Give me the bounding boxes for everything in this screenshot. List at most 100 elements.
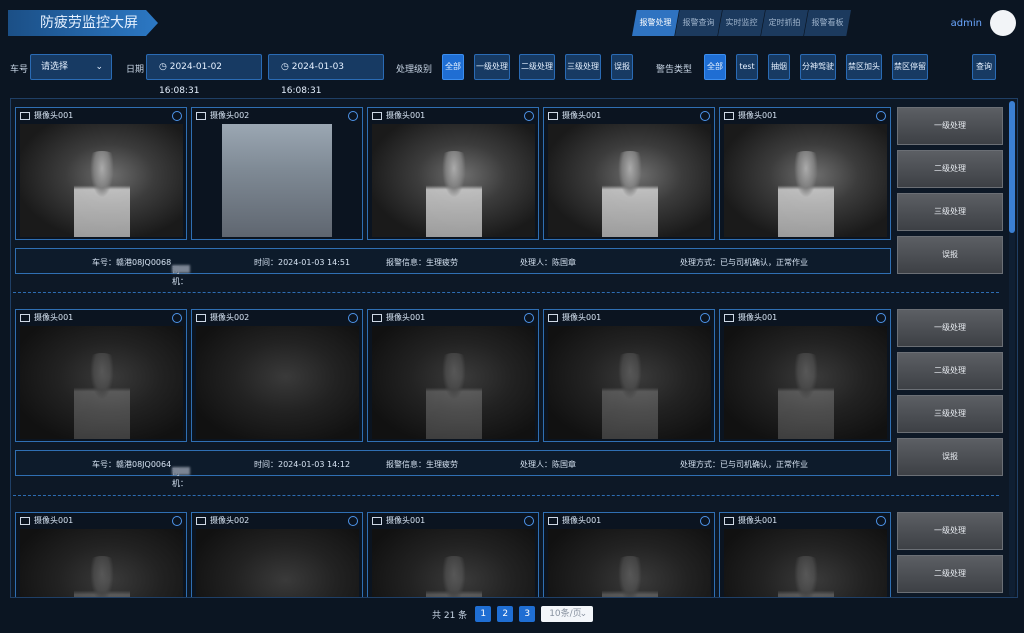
handling-method: 处理方式：已与司机确认，正常作业 [680,460,808,469]
level-2-action-button[interactable]: 二级处理 [897,150,1003,188]
camera-snapshot [222,124,332,237]
chevron-down-icon: ⌄ [95,62,103,72]
camera-label: 摄像头001 [562,111,602,120]
vehicle-select-value: 请选择 [41,62,69,72]
alarm-time: 时间：2024-01-03 14:51 [254,258,351,267]
camera-icon [20,516,30,525]
tab-alarm-query[interactable]: 报警查询 [675,10,722,36]
camera-panel[interactable]: 摄像头001 [15,512,187,597]
clock-icon: ◷ [159,62,170,72]
camera-panel[interactable]: 摄像头001 [719,309,891,442]
camera-panel[interactable]: 摄像头001 [543,512,715,597]
camera-icon [724,111,734,120]
camera-icon [20,111,30,120]
driver-figure [73,151,130,237]
masked-driver-name [172,467,190,475]
tab-alarm-dashboard[interactable]: 报警看板 [804,10,851,36]
type-zone-head-button[interactable]: 禁区加头 [846,54,882,80]
tab-live-monitor[interactable]: 实时监控 [718,10,765,36]
driver-figure [777,556,834,597]
date-label: 日期 [126,65,145,75]
type-distracted-button[interactable]: 分神驾驶 [800,54,836,80]
vehicle-number: 车号：赣港08JQ0068 [92,258,172,267]
camera-snapshot [372,124,535,237]
camera-panel[interactable]: 摄像头001 [367,309,539,442]
chevron-down-icon: ⌄ [579,609,588,619]
camera-label: 摄像头002 [210,313,250,322]
camera-snapshot [548,529,711,597]
camera-icon [372,111,382,120]
camera-label: 摄像头001 [562,516,602,525]
handling-method: 处理方式：已与司机确认，正常作业 [680,258,808,267]
username[interactable]: admin [951,18,982,29]
false-alarm-action-button[interactable]: 误报 [897,236,1003,274]
camera-panel[interactable]: 摄像头001 [15,107,187,240]
event-info-bar: 车号：赣港08JQ0068 司机： 时间：2024-01-03 14:51 报警… [15,248,891,286]
level-2-button[interactable]: 二级处理 [519,54,555,80]
level-1-action-button[interactable]: 一级处理 [897,309,1003,347]
camera-panel[interactable]: 摄像头002 [191,512,363,597]
tab-alarm-handling[interactable]: 报警处理 [632,10,679,36]
level-1-button[interactable]: 一级处理 [474,54,510,80]
camera-panel[interactable]: 摄像头002 [191,309,363,442]
camera-snapshot [20,124,183,237]
camera-label: 摄像头001 [34,516,74,525]
type-smoking-button[interactable]: 抽烟 [768,54,790,80]
false-alarm-action-button[interactable]: 误报 [897,438,1003,476]
driver-figure [425,151,482,237]
camera-panel[interactable]: 摄像头001 [367,512,539,597]
query-button[interactable]: 查询 [972,54,996,80]
driver-figure [601,151,658,237]
level-1-action-button[interactable]: 一级处理 [897,512,1003,550]
level-2-action-button[interactable]: 二级处理 [897,555,1003,593]
driver-figure [73,353,130,439]
camera-panel[interactable]: 摄像头001 [719,512,891,597]
page-1-button[interactable]: 1 [475,606,492,622]
divider [13,292,999,293]
camera-panel[interactable]: 摄像头002 [191,107,363,240]
level-3-action-button[interactable]: 三级处理 [897,193,1003,231]
camera-panel[interactable]: 摄像头001 [15,309,187,442]
page-2-button[interactable]: 2 [497,606,514,622]
alarm-type-label: 警告类型 [656,65,693,75]
app-title: 防疲劳监控大屏 [8,10,158,36]
level-2-action-button[interactable]: 二级处理 [897,352,1003,390]
vehicle-select[interactable]: 请选择 ⌄ [30,54,112,80]
type-zone-stay-button[interactable]: 禁区停留 [892,54,928,80]
scrollbar-thumb[interactable] [1009,101,1015,233]
level-3-button[interactable]: 三级处理 [565,54,601,80]
pagination: 共 21 条 1 2 3 10条/页 ⌄ [432,606,594,622]
status-ring-icon [876,516,886,526]
status-ring-icon [172,313,182,323]
date-end-field[interactable]: ◷ 2024-01-03 16:08:31 [268,54,384,96]
page-size-select[interactable]: 10条/页 ⌄ [541,606,594,622]
camera-snapshot [548,326,711,439]
user-area: admin [951,10,1016,36]
page-3-button[interactable]: 3 [519,606,536,622]
type-test-button[interactable]: test [736,54,758,80]
camera-snapshot [724,124,887,237]
camera-snapshot [20,529,183,597]
camera-panel[interactable]: 摄像头001 [543,309,715,442]
level-3-action-button[interactable]: 三级处理 [897,395,1003,433]
level-false-alarm-button[interactable]: 误报 [611,54,633,80]
avatar[interactable] [990,10,1016,36]
camera-icon [372,516,382,525]
camera-panel[interactable]: 摄像头001 [543,107,715,240]
camera-panel[interactable]: 摄像头001 [719,107,891,240]
tab-scheduled-capture[interactable]: 定时抓拍 [761,10,808,36]
camera-snapshot [724,529,887,597]
level-all-button[interactable]: 全部 [442,54,464,80]
camera-snapshot [372,326,535,439]
status-ring-icon [876,111,886,121]
date-start-field[interactable]: ◷ 2024-01-02 16:08:31 [146,54,262,96]
type-all-button[interactable]: 全部 [704,54,726,80]
level-1-action-button[interactable]: 一级处理 [897,107,1003,145]
status-ring-icon [700,516,710,526]
divider [13,495,999,496]
alarm-info: 报警信息：生理疲劳 [386,460,458,469]
camera-panel[interactable]: 摄像头001 [367,107,539,240]
status-ring-icon [348,111,358,121]
status-ring-icon [700,111,710,121]
status-ring-icon [172,111,182,121]
